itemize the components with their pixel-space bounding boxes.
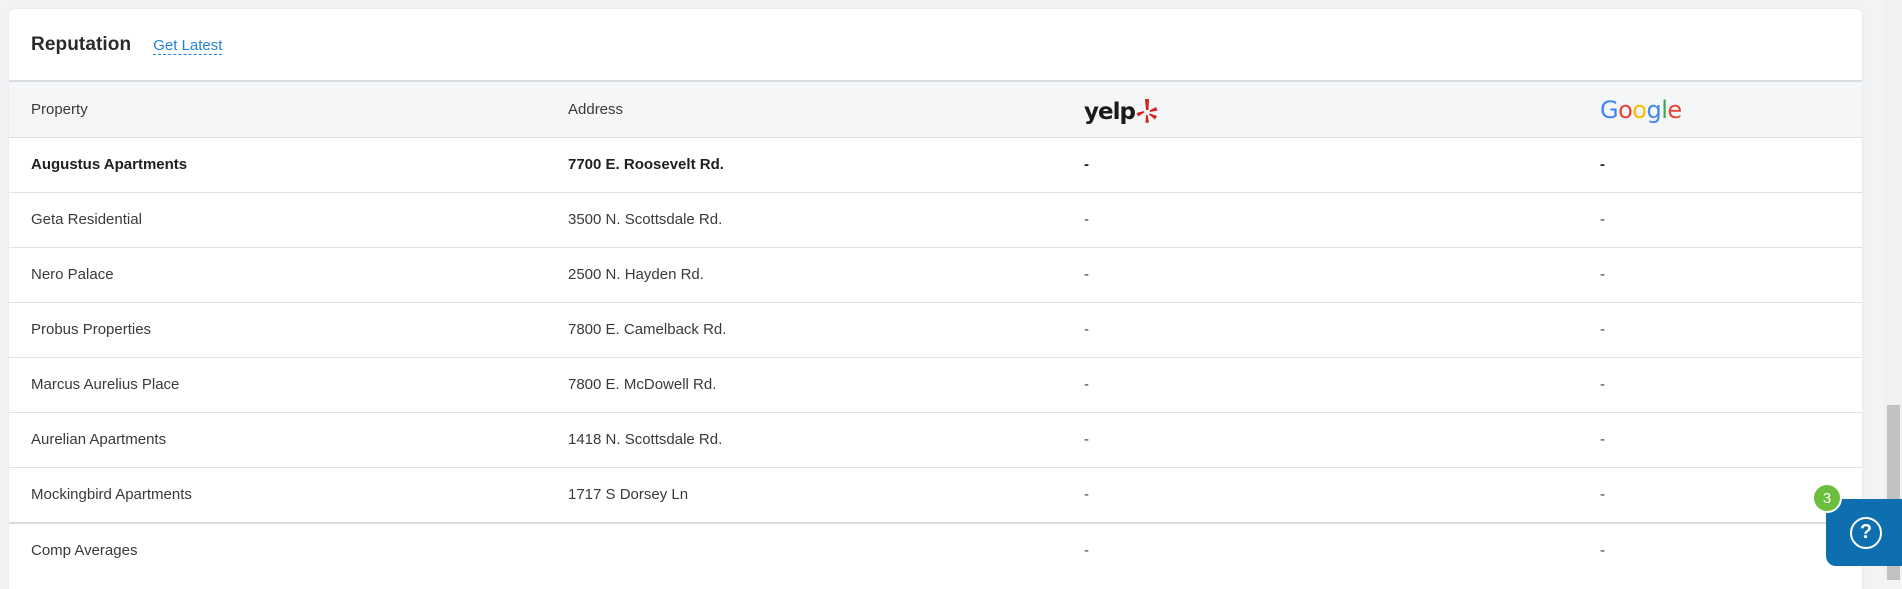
cell-property: Probus Properties bbox=[9, 302, 546, 358]
comp-averages-row: Comp Averages - - bbox=[9, 521, 1862, 577]
cell-address: 7700 E. Roosevelt Rd. bbox=[546, 137, 1062, 193]
cell-address: 7800 E. McDowell Rd. bbox=[546, 357, 1062, 413]
cell-yelp: - bbox=[1062, 412, 1578, 468]
column-header-google[interactable]: Google bbox=[1578, 82, 1862, 138]
cell-address: 1418 N. Scottsdale Rd. bbox=[546, 412, 1062, 468]
cell-property: Comp Averages bbox=[9, 521, 546, 577]
google-letter: e bbox=[1667, 96, 1682, 125]
table-row[interactable]: Augustus Apartments 7700 E. Roosevelt Rd… bbox=[9, 137, 1862, 193]
help-button[interactable]: ? bbox=[1826, 499, 1902, 566]
cell-address bbox=[546, 521, 1062, 577]
yelp-logo-text: yelp bbox=[1084, 99, 1136, 126]
cell-google: - bbox=[1578, 357, 1862, 413]
cell-address: 2500 N. Hayden Rd. bbox=[546, 247, 1062, 303]
google-letter: G bbox=[1600, 96, 1619, 125]
cell-yelp: - bbox=[1062, 137, 1578, 193]
table-row[interactable]: Probus Properties 7800 E. Camelback Rd. … bbox=[9, 302, 1862, 358]
cell-yelp: - bbox=[1062, 247, 1578, 303]
card-title: Reputation bbox=[31, 33, 132, 55]
table-header-row: Property Address yelp Google bbox=[9, 82, 1862, 138]
question-circle-icon: ? bbox=[1850, 516, 1882, 549]
cell-google: - bbox=[1578, 521, 1862, 577]
cell-property: Augustus Apartments bbox=[9, 137, 546, 193]
google-letter: o bbox=[1632, 96, 1647, 125]
cell-property: Aurelian Apartments bbox=[9, 412, 546, 468]
cell-yelp: - bbox=[1062, 192, 1578, 248]
cell-google: - bbox=[1578, 192, 1862, 248]
google-logo-icon: Google bbox=[1600, 96, 1682, 124]
cell-google: - bbox=[1578, 302, 1862, 358]
google-letter: g bbox=[1646, 96, 1662, 125]
cell-property: Mockingbird Apartments bbox=[9, 467, 546, 523]
reputation-table: Property Address yelp Google Augustus Ap… bbox=[9, 82, 1862, 577]
column-header-property[interactable]: Property bbox=[9, 82, 546, 138]
yelp-logo-icon: yelp bbox=[1084, 98, 1158, 124]
card-header: Reputation Get Latest bbox=[9, 9, 1862, 82]
table-row[interactable]: Marcus Aurelius Place 7800 E. McDowell R… bbox=[9, 357, 1862, 413]
cell-google: - bbox=[1578, 247, 1862, 303]
cell-yelp: - bbox=[1062, 467, 1578, 523]
table-row[interactable]: Mockingbird Apartments 1717 S Dorsey Ln … bbox=[9, 467, 1862, 523]
column-header-address[interactable]: Address bbox=[546, 82, 1062, 138]
google-letter: o bbox=[1618, 96, 1633, 125]
yelp-burst-icon bbox=[1136, 99, 1158, 124]
cell-property: Geta Residential bbox=[9, 192, 546, 248]
help-notification-badge: 3 bbox=[1812, 483, 1842, 513]
table-row[interactable]: Geta Residential 3500 N. Scottsdale Rd. … bbox=[9, 192, 1862, 248]
reputation-card: Reputation Get Latest Property Address y… bbox=[9, 9, 1862, 589]
cell-yelp: - bbox=[1062, 521, 1578, 577]
cell-property: Marcus Aurelius Place bbox=[9, 357, 546, 413]
cell-address: 7800 E. Camelback Rd. bbox=[546, 302, 1062, 358]
table-row[interactable]: Nero Palace 2500 N. Hayden Rd. - - bbox=[9, 247, 1862, 303]
cell-address: 3500 N. Scottsdale Rd. bbox=[546, 192, 1062, 248]
table-row[interactable]: Aurelian Apartments 1418 N. Scottsdale R… bbox=[9, 412, 1862, 468]
cell-property: Nero Palace bbox=[9, 247, 546, 303]
get-latest-link[interactable]: Get Latest bbox=[153, 37, 223, 55]
cell-yelp: - bbox=[1062, 357, 1578, 413]
column-header-yelp[interactable]: yelp bbox=[1062, 82, 1578, 138]
cell-address: 1717 S Dorsey Ln bbox=[546, 467, 1062, 523]
cell-google: - bbox=[1578, 412, 1862, 468]
cell-yelp: - bbox=[1062, 302, 1578, 358]
cell-google: - bbox=[1578, 137, 1862, 193]
